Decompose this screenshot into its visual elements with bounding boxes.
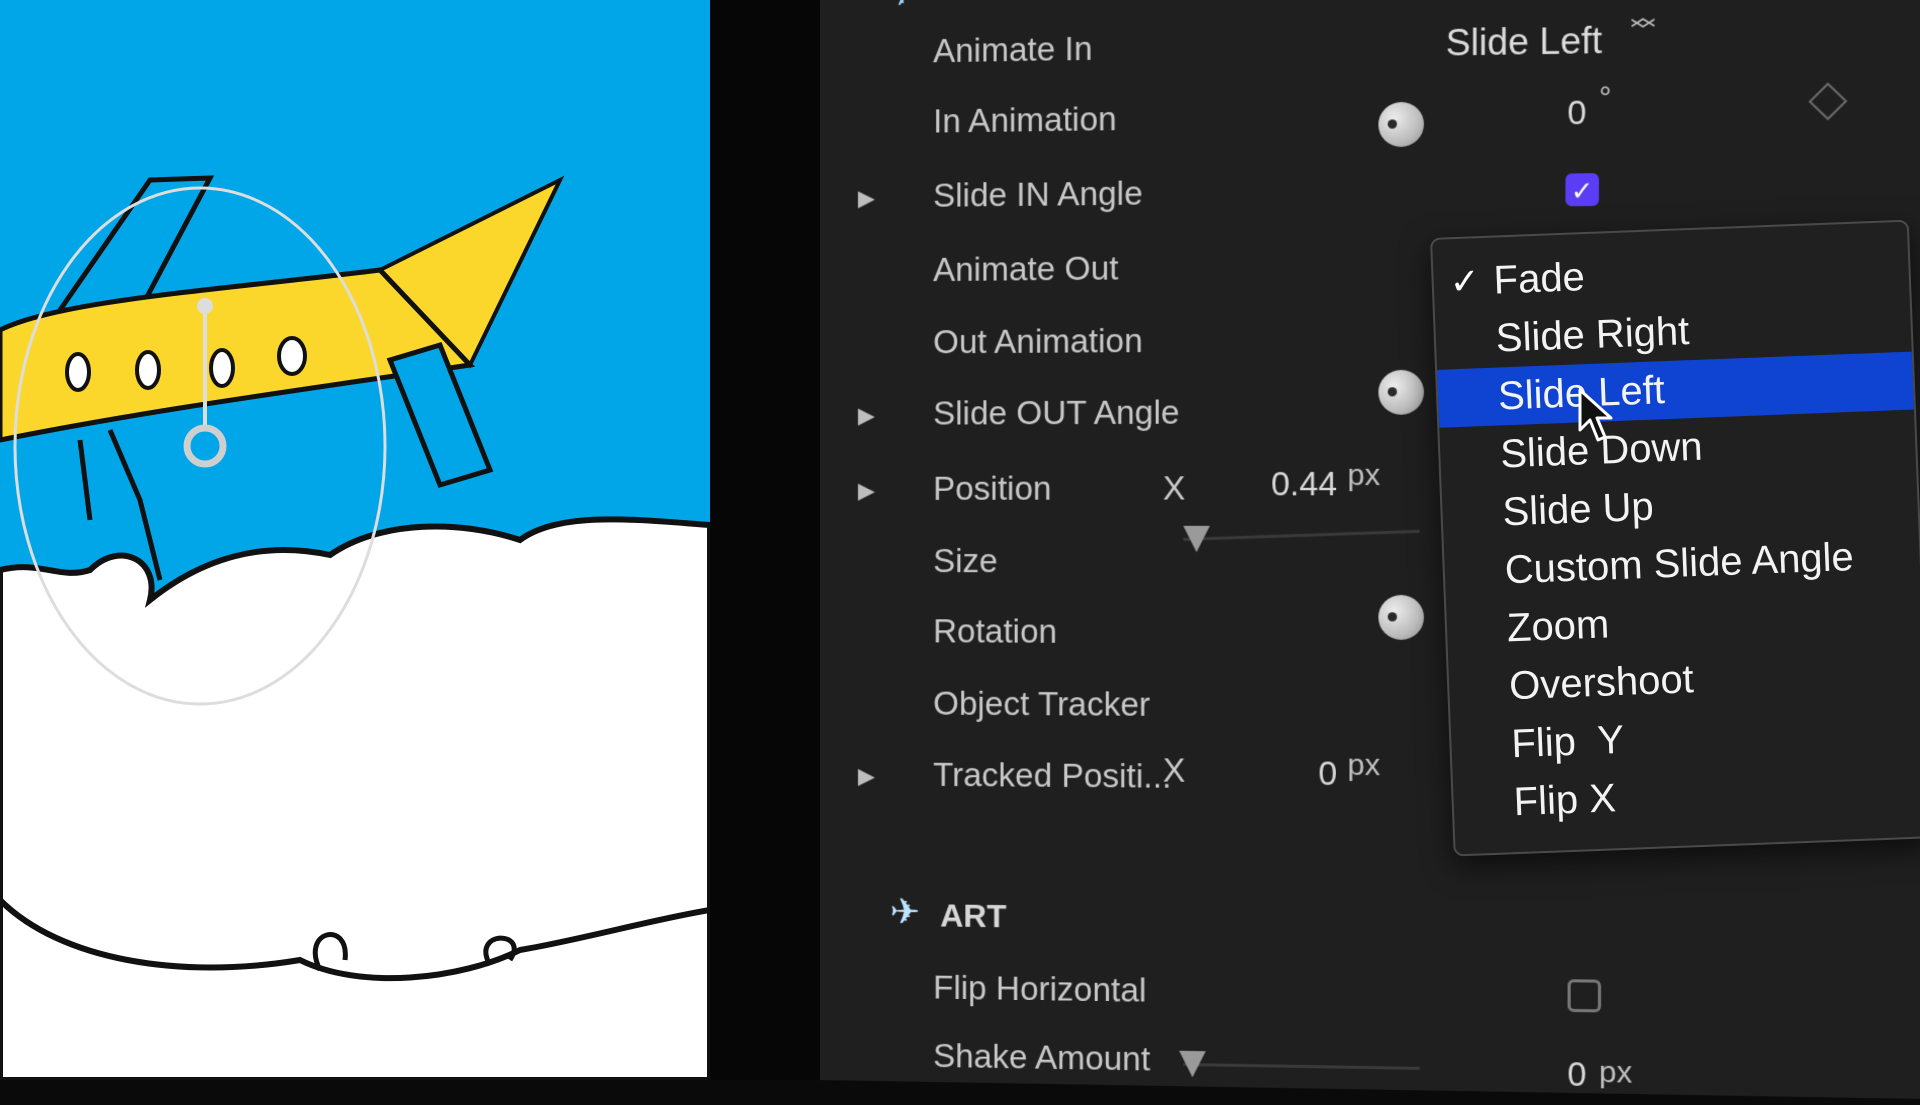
row-label: Tracked Positi...: [933, 755, 1172, 795]
row-label: Rotation: [933, 612, 1058, 650]
shake-slider-track[interactable]: [1183, 1062, 1420, 1070]
row-shake-amount: Shake Amount 0 px: [820, 1025, 1920, 1105]
cloud: [0, 516, 710, 1080]
mouse-pointer-icon: [1578, 388, 1613, 442]
row-label: Animate In: [933, 29, 1093, 70]
position-x-value[interactable]: 0.44: [1224, 465, 1337, 504]
row-label: Position: [933, 469, 1052, 507]
angle-dial-icon[interactable]: [1378, 369, 1424, 415]
animate-in-popup[interactable]: Slide Left: [1446, 19, 1603, 64]
angle-dial-icon[interactable]: [1378, 101, 1424, 148]
tracked-unit: px: [1347, 748, 1381, 783]
disclosure-triangle-icon[interactable]: ▶: [858, 403, 875, 429]
size-slider-track[interactable]: [1183, 529, 1420, 542]
animation-dropdown-menu[interactable]: ✓ Fade Slide Right Slide Left Slide Down…: [1430, 219, 1920, 857]
airplane-window: [65, 352, 91, 392]
position-unit: px: [1347, 458, 1381, 493]
axis-label: X: [1162, 469, 1186, 507]
keyframe-diamond-icon[interactable]: [1808, 82, 1848, 121]
angle-unit: °: [1598, 80, 1612, 115]
section-header-icon: ✈: [890, 0, 915, 14]
row-label: Animate Out: [933, 249, 1119, 289]
menu-item-label: Flip X: [1512, 776, 1617, 825]
slide-in-checkbox[interactable]: ✓: [1565, 173, 1599, 207]
updown-arrows-icon[interactable]: ︿ ﹀: [1630, 3, 1655, 45]
section-title: ART: [940, 897, 1007, 935]
airplane-icon: ✈: [889, 890, 921, 933]
section-art: ✈ ART: [820, 890, 1920, 965]
disclosure-triangle-icon[interactable]: ▶: [858, 478, 875, 504]
menu-item-label: Slide Up: [1501, 484, 1655, 535]
row-label: Out Animation: [933, 321, 1143, 361]
airplane-window: [209, 348, 235, 388]
row-label: In Animation: [933, 99, 1117, 140]
disclosure-triangle-icon[interactable]: ▶: [858, 763, 875, 789]
menu-item-label: Fade: [1492, 255, 1586, 303]
shake-value[interactable]: 0: [1524, 1054, 1586, 1094]
tracked-x-value[interactable]: 0: [1245, 754, 1337, 793]
row-label: Shake Amount: [933, 1036, 1151, 1078]
size-slider-thumb[interactable]: [1183, 525, 1210, 553]
row-label: Slide OUT Angle: [933, 393, 1180, 432]
flip-horizontal-checkbox[interactable]: [1567, 979, 1602, 1013]
row-label: Slide IN Angle: [933, 174, 1143, 214]
disclosure-triangle-icon[interactable]: ▶: [858, 185, 875, 211]
axis-label: X: [1162, 751, 1186, 789]
menu-item-label: Zoom: [1506, 602, 1611, 651]
row-in-animation: In Animation 0 °: [820, 76, 1920, 152]
menu-item-label: Flip Y: [1510, 717, 1625, 767]
panel-divider: [710, 0, 820, 1080]
row-label: Size: [933, 542, 998, 580]
shake-slider-thumb[interactable]: [1179, 1050, 1206, 1078]
row-label: Flip Horizontal: [933, 968, 1147, 1009]
canvas-viewer[interactable]: [0, 0, 710, 1080]
row-flip-horizontal: Flip Horizontal: [820, 955, 1920, 1032]
row-label: Object Tracker: [933, 684, 1151, 723]
angle-dial-icon[interactable]: [1378, 594, 1424, 640]
menu-item-label: Custom Slide Angle: [1503, 534, 1855, 593]
anchor-point-handle[interactable]: [183, 424, 227, 468]
airplane-window: [277, 336, 307, 376]
airplane-front-wing: [386, 341, 494, 489]
menu-item-label: Overshoot: [1508, 657, 1695, 709]
row-slide-in-angle: ▶ Slide IN Angle ✓: [820, 155, 1920, 228]
rotation-handle-knob[interactable]: [197, 298, 213, 314]
menu-item-label: Slide Right: [1495, 309, 1691, 361]
row-animate-in: Animate In Slide Left ︿ ﹀: [820, 1, 1920, 80]
shake-unit: px: [1598, 1055, 1633, 1090]
checkmark-icon: ✓: [1448, 260, 1481, 303]
airplane-window: [135, 350, 161, 390]
angle-value[interactable]: 0: [1524, 93, 1586, 133]
canvas-illustration: [0, 175, 710, 1080]
